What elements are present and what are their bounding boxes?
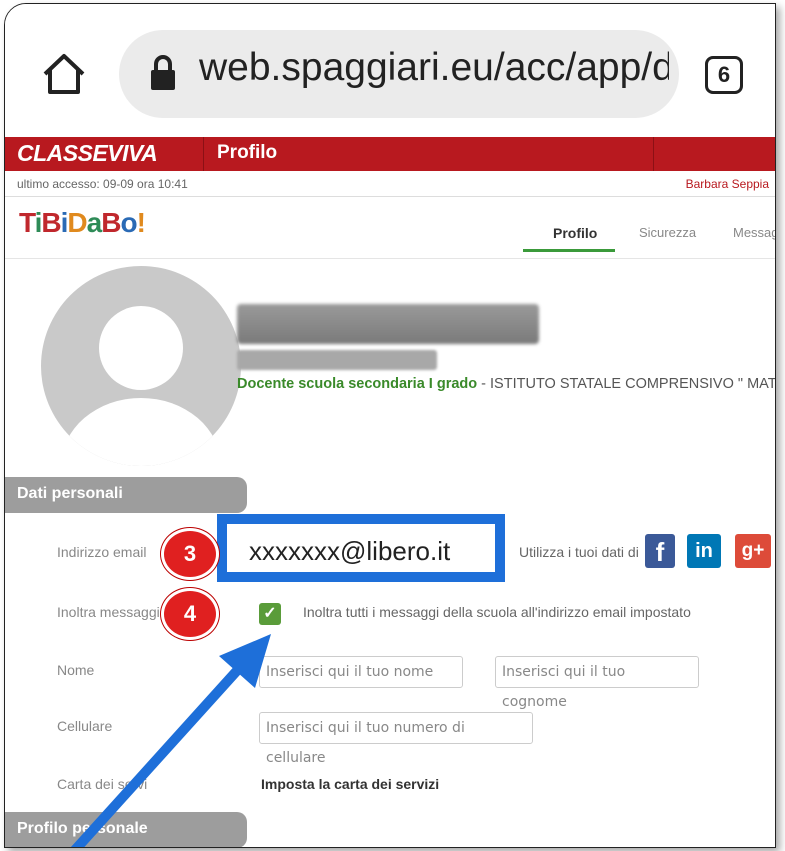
- url-text: web.spaggiari.eu/acc/app/d: [199, 46, 669, 89]
- phone-input[interactable]: Inserisci qui il tuo numero di cellulare: [259, 712, 533, 766]
- phone-screen: web.spaggiari.eu/acc/app/d 6 CLASSEVIVA …: [4, 3, 776, 848]
- lock-icon: [151, 55, 175, 90]
- header-divider: [653, 137, 654, 171]
- step-badge-3: 3: [161, 528, 219, 580]
- email-label: Indirizzo email: [57, 544, 147, 560]
- school-name: - ISTITUTO STATALE COMPRENSIVO " MATTEO …: [481, 376, 776, 392]
- tab-messaggi[interactable]: Messaggi: [733, 225, 775, 240]
- classeviva-logo[interactable]: CLASSEVIVA: [17, 140, 158, 167]
- services-charter-link[interactable]: Imposta la carta dei servizi: [261, 776, 439, 792]
- access-info-bar: ultimo accesso: 09-09 ora 10:41 Barbara …: [5, 171, 775, 197]
- last-name-input[interactable]: Inserisci qui il tuo cognome: [495, 656, 699, 710]
- avatar[interactable]: [41, 266, 241, 466]
- active-tab-indicator: [523, 249, 615, 252]
- last-access-text: ultimo accesso: 09-09 ora 10:41: [17, 177, 188, 191]
- address-bar[interactable]: web.spaggiari.eu/acc/app/d: [119, 30, 679, 118]
- blurred-user-name: [237, 304, 539, 344]
- section-personal-profile: Profilo personale: [5, 812, 247, 847]
- social-login-hint: Utilizza i tuoi dati di: [519, 544, 639, 560]
- header-divider: [203, 137, 204, 171]
- section-personal-data: Dati personali: [5, 477, 247, 513]
- page-title: Profilo: [217, 142, 278, 163]
- forward-messages-checkbox[interactable]: ✓: [259, 603, 281, 625]
- linkedin-icon[interactable]: in: [687, 534, 721, 568]
- user-silhouette-icon: [61, 306, 221, 466]
- email-field[interactable]: xxxxxxx@libero.it: [249, 536, 450, 567]
- user-role: Docente scuola secondaria I grado - ISTI…: [237, 376, 776, 392]
- tab-profilo[interactable]: Profilo: [553, 225, 597, 241]
- profile-nav: TiBiDaBo! Profilo Sicurezza Messaggi: [5, 197, 775, 259]
- facebook-icon[interactable]: f: [645, 534, 675, 568]
- section-title: Profilo personale: [17, 820, 148, 837]
- role-title: Docente scuola secondaria I grado: [237, 376, 478, 392]
- first-name-input[interactable]: Inserisci qui il tuo nome: [259, 656, 463, 688]
- app-header: CLASSEVIVA Profilo: [5, 137, 775, 171]
- tab-sicurezza[interactable]: Sicurezza: [639, 225, 696, 240]
- forward-description: Inoltra tutti i messaggi della scuola al…: [303, 604, 691, 620]
- phone-label: Cellulare: [57, 718, 113, 734]
- blurred-user-code: [237, 350, 437, 370]
- tab-switcher-button[interactable]: 6: [705, 56, 743, 94]
- browser-toolbar: web.spaggiari.eu/acc/app/d 6: [5, 4, 775, 136]
- forward-label: Inoltra messaggi: [57, 604, 160, 620]
- user-name-link[interactable]: Barbara Seppia: [686, 177, 769, 191]
- google-plus-icon[interactable]: g+: [735, 534, 771, 568]
- home-icon[interactable]: [41, 52, 87, 96]
- name-label: Nome: [57, 662, 95, 678]
- tibidabo-logo: TiBiDaBo!: [19, 207, 146, 238]
- email-highlight-box[interactable]: xxxxxxx@libero.it: [217, 514, 505, 582]
- section-title: Dati personali: [17, 485, 123, 502]
- step-badge-4: 4: [161, 588, 219, 640]
- services-label: Carta dei servi: [57, 776, 148, 792]
